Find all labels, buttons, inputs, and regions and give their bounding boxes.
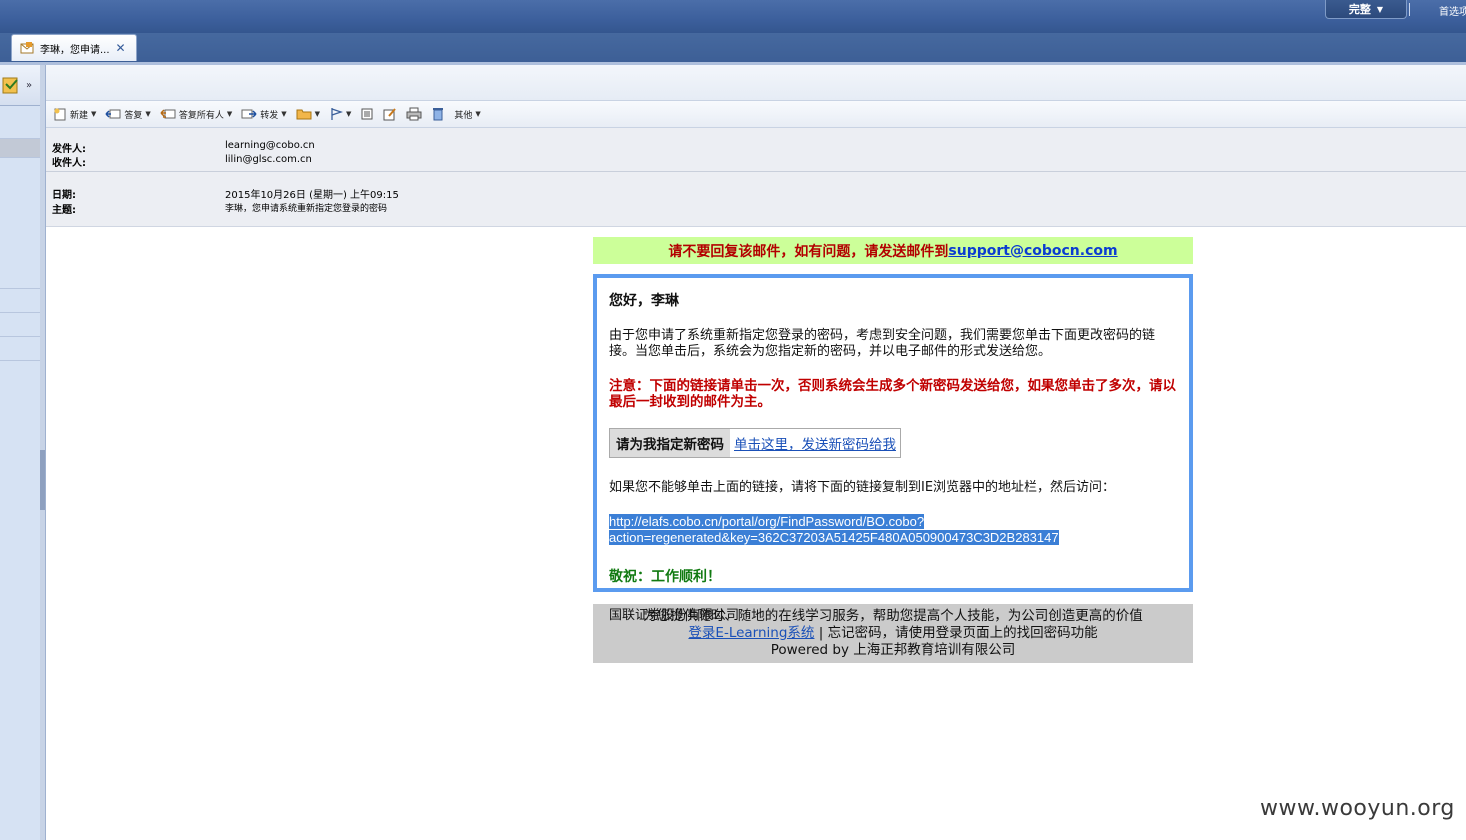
left-pane-header: » bbox=[0, 65, 40, 106]
reply-all-label: 答复所有人 bbox=[178, 110, 224, 121]
no-reply-notice: 请不要回复该邮件，如有问题，请发送邮件到 support@cobocn.com bbox=[593, 237, 1193, 264]
left-pane-row[interactable] bbox=[0, 313, 40, 337]
reply-icon bbox=[105, 109, 121, 119]
footer-line1: 为您提供随时、随地的在线学习服务，帮助您提高个人技能，为公司创造更高的价值 bbox=[643, 608, 1143, 624]
tab-strip: 李琳，您申请... ✕ bbox=[0, 33, 1466, 65]
chevron-down-icon[interactable]: ▼ bbox=[281, 110, 286, 118]
edit-icon bbox=[383, 108, 397, 121]
to-address[interactable]: lilin@glsc.com.cn bbox=[225, 154, 312, 165]
notes-icon[interactable] bbox=[1, 75, 21, 95]
delete-button[interactable] bbox=[428, 104, 448, 124]
greeting: 您好，李琳 bbox=[609, 293, 679, 309]
date-value: 2015年10月26日 (星期一) 上午09:15 bbox=[225, 190, 399, 201]
left-pane-row[interactable] bbox=[0, 158, 40, 289]
message-reading-pane: 新建 ▼ 答复 ▼ 答复所有人 ▼ 转发 ▼ ▼ ▼ 其他 ▼ 发件人: lea… bbox=[46, 65, 1466, 840]
other-label: 其他 bbox=[454, 110, 473, 121]
reply-label: 答复 bbox=[124, 110, 143, 121]
message-top-band bbox=[46, 65, 1466, 101]
document-icon bbox=[361, 108, 373, 120]
chevron-down-icon[interactable]: ▼ bbox=[91, 110, 96, 118]
flag-icon bbox=[331, 108, 344, 120]
send-new-password-link[interactable]: 单击这里，发送新密码给我 bbox=[730, 429, 900, 457]
regards: 敬祝：工作顺利！ bbox=[609, 569, 721, 585]
tab-title: 李琳，您申请... bbox=[40, 44, 110, 56]
footer-powered-by: Powered by 上海正邦教育培训有限公司 bbox=[770, 642, 1016, 658]
reset-password-action: 请为我指定新密码 单击这里，发送新密码给我 bbox=[609, 428, 901, 458]
chevron-down-icon: ▼ bbox=[1376, 4, 1384, 14]
to-label: 收件人: bbox=[52, 158, 86, 169]
left-pane-row[interactable] bbox=[0, 139, 40, 158]
other-actions-button[interactable]: 其他 ▼ bbox=[451, 104, 483, 124]
expand-chevron-icon[interactable]: » bbox=[26, 80, 32, 91]
subject-value: 李琳，您申请系统重新指定您登录的密码 bbox=[225, 204, 388, 214]
message-toolbar: 新建 ▼ 答复 ▼ 答复所有人 ▼ 转发 ▼ ▼ ▼ 其他 ▼ bbox=[46, 101, 1466, 128]
footer-line2: 登录E-Learning系统 | 忘记密码，请使用登录页面上的找回密码功能 bbox=[593, 625, 1193, 642]
new-button[interactable]: 新建 ▼ bbox=[50, 104, 99, 124]
email-content-card: 您好，李琳 由于您申请了系统重新指定您登录的密码，考虑到安全问题，我们需要您单击… bbox=[593, 274, 1193, 623]
edit-button[interactable] bbox=[380, 104, 400, 124]
left-pane-row[interactable] bbox=[0, 289, 40, 313]
subject-label: 主题: bbox=[52, 205, 76, 216]
forward-icon bbox=[241, 109, 257, 119]
trash-icon bbox=[433, 108, 444, 121]
print-button[interactable] bbox=[403, 104, 425, 124]
reset-url-text[interactable]: http://elafs.cobo.cn/portal/org/FindPass… bbox=[609, 514, 1177, 546]
intro-paragraph: 由于您申请了系统重新指定您登录的密码，考虑到安全问题，我们需要您单击下面更改密码… bbox=[609, 328, 1156, 359]
from-address[interactable]: learning@cobo.cn bbox=[225, 140, 315, 151]
forward-label: 转发 bbox=[260, 110, 279, 121]
print-icon bbox=[406, 107, 422, 121]
view-mode-select[interactable]: 完整 ▼ bbox=[1325, 0, 1407, 19]
close-icon[interactable]: ✕ bbox=[116, 41, 126, 55]
message-headers: 发件人: learning@cobo.cn 收件人: lilin@glsc.co… bbox=[46, 128, 1466, 227]
preferences-link[interactable]: 首选项 bbox=[1439, 3, 1466, 18]
support-email-link[interactable]: support@cobocn.com bbox=[948, 243, 1117, 259]
date-label: 日期: bbox=[52, 190, 76, 201]
splitter-grip[interactable] bbox=[40, 450, 45, 510]
reply-button[interactable]: 答复 ▼ bbox=[102, 104, 153, 124]
elearning-login-link[interactable]: 登录E-Learning系统 bbox=[688, 625, 814, 641]
chevron-down-icon[interactable]: ▼ bbox=[346, 110, 351, 118]
divider bbox=[1409, 3, 1410, 16]
move-to-folder-button[interactable]: ▼ bbox=[293, 104, 323, 124]
chevron-down-icon[interactable]: ▼ bbox=[475, 110, 480, 118]
tab-email-message[interactable]: 李琳，您申请... ✕ bbox=[11, 34, 137, 61]
notice-text: 请不要回复该邮件，如有问题，请发送邮件到 bbox=[668, 243, 949, 260]
chevron-down-icon[interactable]: ▼ bbox=[227, 110, 232, 118]
left-pane-row[interactable] bbox=[0, 337, 40, 361]
view-source-button[interactable] bbox=[357, 104, 377, 124]
from-label: 发件人: bbox=[52, 144, 86, 155]
forgot-password-note: | 忘记密码，请使用登录页面上的找回密码功能 bbox=[814, 625, 1098, 641]
left-navigation-pane: » bbox=[0, 65, 41, 840]
top-banner: 完整 ▼ 首选项 bbox=[0, 0, 1466, 33]
chevron-down-icon[interactable]: ▼ bbox=[315, 110, 320, 118]
forward-button[interactable]: 转发 ▼ bbox=[238, 104, 289, 124]
fallback-instructions: 如果您不能够单击上面的链接，请将下面的链接复制到IE浏览器中的地址栏，然后访问： bbox=[609, 480, 1116, 495]
mail-message-icon bbox=[20, 42, 34, 54]
warning-paragraph: 注意：下面的链接请单击一次，否则系统会生成多个新密码发送给您，如果您单击了多次，… bbox=[609, 378, 1176, 410]
reset-url-line1: http://elafs.cobo.cn/portal/org/FindPass… bbox=[609, 514, 925, 529]
header-divider bbox=[46, 171, 1466, 172]
left-pane-row[interactable] bbox=[0, 106, 40, 139]
new-label: 新建 bbox=[70, 110, 89, 121]
reply-all-button[interactable]: 答复所有人 ▼ bbox=[157, 104, 235, 124]
flag-button[interactable]: ▼ bbox=[326, 104, 354, 124]
email-footer: 为您提供随时、随地的在线学习服务，帮助您提高个人技能，为公司创造更高的价值 登录… bbox=[593, 604, 1193, 663]
watermark: www.wooyun.org bbox=[1260, 796, 1455, 821]
folder-icon bbox=[296, 109, 312, 120]
new-icon bbox=[54, 108, 66, 121]
chevron-down-icon[interactable]: ▼ bbox=[145, 110, 150, 118]
reset-action-label: 请为我指定新密码 bbox=[610, 429, 730, 457]
view-mode-label: 完整 bbox=[1348, 3, 1371, 16]
reply-all-icon bbox=[160, 109, 176, 119]
email-body: 请不要回复该邮件，如有问题，请发送邮件到 support@cobocn.com 您… bbox=[593, 237, 1193, 663]
reset-url-line2: action=regenerated&key=362C37203A51425F4… bbox=[609, 530, 1059, 545]
